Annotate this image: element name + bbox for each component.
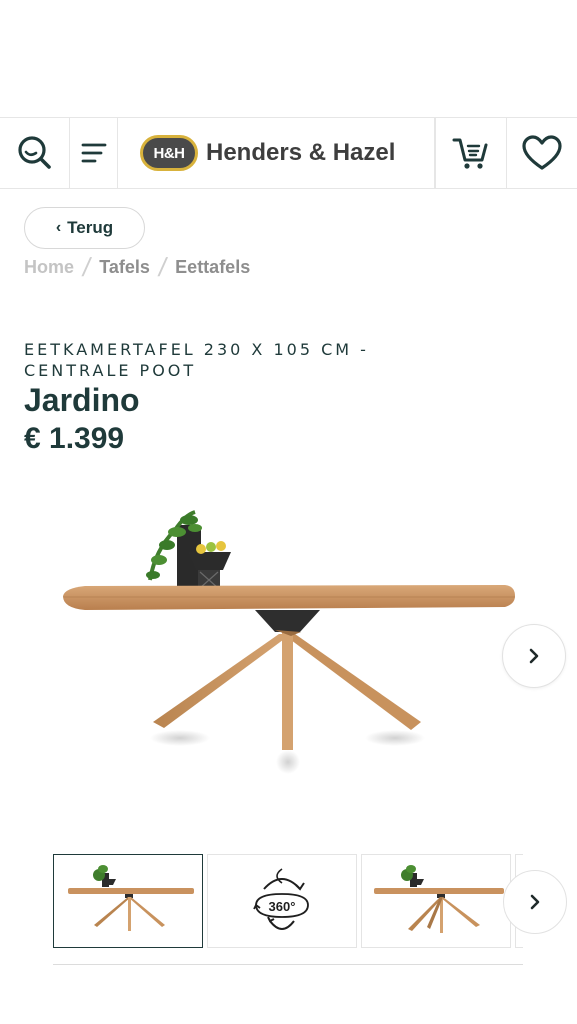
cart-icon bbox=[452, 138, 488, 169]
section-divider bbox=[53, 964, 523, 965]
product-title: Jardino bbox=[24, 382, 140, 418]
product-subtitle: EETKAMERTAFEL 230 X 105 CM - CENTRALE PO… bbox=[24, 340, 369, 380]
back-button-label: Terug bbox=[67, 218, 114, 237]
thumbnail-1[interactable] bbox=[53, 854, 203, 948]
back-button[interactable]: ‹ Terug bbox=[24, 207, 145, 249]
wishlist-button[interactable] bbox=[507, 118, 577, 188]
chevron-left-icon: ‹ bbox=[55, 219, 62, 236]
chevron-right-icon bbox=[530, 894, 540, 910]
cart-button[interactable] bbox=[435, 118, 507, 188]
menu-icon bbox=[81, 143, 106, 163]
brand-logo-badge: H&H bbox=[140, 135, 198, 171]
brand-logo-badge-text: H&H bbox=[153, 144, 186, 162]
search-button[interactable] bbox=[0, 118, 70, 188]
thumbnail-strip: 360° bbox=[53, 854, 523, 948]
plant-decoration bbox=[146, 510, 231, 590]
breadcrumb-tafels[interactable]: Tafels bbox=[99, 257, 150, 278]
breadcrumb-home[interactable]: Home bbox=[24, 257, 74, 278]
breadcrumb-separator: / bbox=[80, 251, 93, 282]
product-price: € 1.399 bbox=[24, 422, 125, 455]
rotate-360-icon: 360° bbox=[253, 868, 309, 930]
product-main-image[interactable] bbox=[55, 500, 525, 790]
thumbnail-3[interactable] bbox=[361, 854, 511, 948]
thumbnail-360-label: 360° bbox=[269, 899, 296, 914]
breadcrumb-eettafels[interactable]: Eettafels bbox=[175, 257, 250, 278]
search-icon bbox=[17, 136, 51, 169]
breadcrumb-separator: / bbox=[156, 251, 169, 282]
image-next-button[interactable] bbox=[502, 624, 566, 688]
chevron-right-icon bbox=[529, 648, 539, 664]
thumbnail-360[interactable]: 360° bbox=[207, 854, 357, 948]
menu-button[interactable] bbox=[70, 118, 118, 188]
brand-name: Henders & Hazel bbox=[206, 139, 396, 166]
brand-logo-link[interactable]: H&H Henders & Hazel bbox=[118, 118, 435, 188]
thumbnail-next-button[interactable] bbox=[503, 870, 567, 934]
site-header: H&H Henders & Hazel bbox=[0, 117, 577, 189]
heart-icon bbox=[522, 135, 562, 170]
breadcrumb: Home / Tafels / Eettafels bbox=[24, 252, 250, 282]
